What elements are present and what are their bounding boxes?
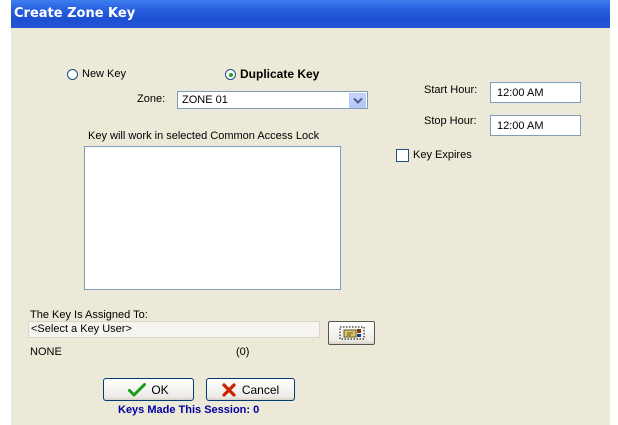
common-access-lock-list[interactable]	[84, 146, 341, 290]
user-card-icon	[339, 326, 364, 340]
assigned-count: (0)	[236, 346, 250, 358]
start-hour-label: Start Hour:	[424, 84, 478, 96]
start-hour-value: 12:00 AM	[497, 87, 544, 99]
zone-select[interactable]: ZONE 01	[177, 91, 368, 109]
check-icon	[128, 382, 147, 396]
assigned-name: NONE	[30, 346, 62, 358]
new-key-label: New Key	[82, 68, 127, 80]
cancel-x-icon	[222, 382, 236, 397]
assigned-to-label: The Key Is Assigned To:	[30, 309, 148, 321]
key-expires-label: Key Expires	[413, 149, 472, 161]
start-hour-field[interactable]: 12:00 AM	[490, 82, 581, 103]
chevron-down-icon[interactable]	[349, 93, 366, 108]
key-user-value: <Select a Key User>	[31, 323, 132, 335]
duplicate-key-radio[interactable]	[225, 69, 236, 80]
ok-button[interactable]: OK	[103, 378, 194, 401]
zone-select-value: ZONE 01	[182, 94, 228, 106]
ok-label: OK	[151, 382, 169, 397]
zone-label: Zone:	[137, 93, 166, 105]
key-expires-checkbox[interactable]	[396, 149, 409, 162]
select-key-user-button[interactable]	[328, 321, 375, 345]
stop-hour-value: 12:00 AM	[497, 120, 544, 132]
new-key-radio[interactable]	[67, 69, 78, 80]
title-bar[interactable]: Create Zone Key	[11, 0, 610, 28]
window-title: Create Zone Key	[14, 6, 136, 21]
radio-selected-dot	[229, 73, 233, 77]
key-user-field[interactable]: <Select a Key User>	[28, 321, 320, 338]
session-status: Keys Made This Session: 0	[118, 404, 260, 416]
cancel-label: Cancel	[241, 382, 280, 397]
locks-list-label: Key will work in selected Common Access …	[88, 130, 320, 142]
stop-hour-label: Stop Hour:	[424, 115, 477, 127]
duplicate-key-label: Duplicate Key	[240, 67, 320, 81]
cancel-button[interactable]: Cancel	[206, 378, 295, 401]
stop-hour-field[interactable]: 12:00 AM	[490, 115, 581, 136]
